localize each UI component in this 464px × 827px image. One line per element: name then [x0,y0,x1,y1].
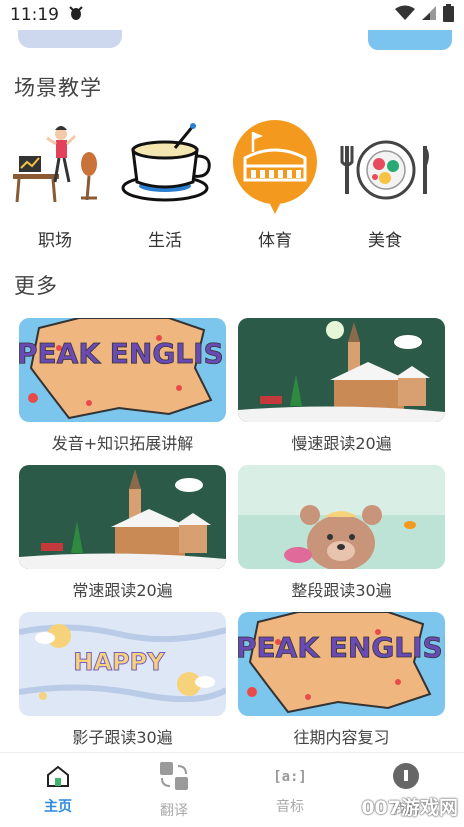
course-card[interactable]: 整段跟读30遍 [238,465,445,612]
course-card[interactable]: 常速跟读20遍 [19,465,226,612]
nav-label-home: 主页 [44,799,72,815]
status-bar: 11:19 [0,0,464,30]
course-label: 往期内容复习 [293,728,390,747]
course-thumbnail-happy-angels: HAPPY [19,612,226,716]
course-thumbnail-speak-english: SPEAK ENGLISH [19,318,226,422]
nav-label-phonetic: 音标 [276,799,304,815]
scene-item-food[interactable]: 美食 [330,118,440,251]
status-time: 11:19 [10,5,59,25]
course-thumbnail-winter-village [238,318,445,422]
home-icon [45,764,71,792]
thumb-text-speak: SPEAK ENGLISH [238,631,445,664]
scenes-section-title: 场景教学 [14,76,102,100]
coffee-cup-icon [117,118,213,214]
scene-item-life[interactable]: 生活 [110,118,220,251]
nav-item-translate[interactable]: 翻译 [116,753,232,827]
course-label: 整段跟读30遍 [291,581,392,600]
course-thumbnail-teddy-bear [238,465,445,569]
scene-list: 职场 生活 体育 美食 [0,118,464,251]
course-thumbnail-winter-village [19,465,226,569]
thumb-text-speak: SPEAK ENGLISH [19,337,226,370]
scene-label-sports: 体育 [258,231,292,251]
course-label: 影子跟读30遍 [72,728,173,747]
course-grid: SPEAK ENGLISH 发音+知识拓展讲解 慢速跟读20遍 [19,318,445,759]
scrolled-banner-strip [0,30,464,52]
banner-card-left[interactable] [18,30,122,48]
more-section-title: 更多 [14,274,58,298]
signal-icon [421,5,437,26]
scene-item-office[interactable]: 职场 [0,118,110,251]
scene-item-sports[interactable]: 体育 [220,118,330,251]
course-thumbnail-speak-english: SPEAK ENGLISH [238,612,445,716]
profile-icon [391,761,421,795]
translate-icon [158,760,190,796]
course-card[interactable]: SPEAK ENGLISH 发音+知识拓展讲解 [19,318,226,465]
scene-label-food: 美食 [368,231,402,251]
nav-item-home[interactable]: 主页 [0,753,116,827]
battery-icon [443,3,454,27]
wifi-icon [395,5,415,26]
nav-label-translate: 翻译 [160,803,188,819]
thumb-text-happy: HAPPY [73,648,165,676]
dining-plate-icon [337,118,433,214]
bug-icon [67,4,85,27]
scene-label-life: 生活 [148,231,182,251]
scene-label-office: 职场 [38,231,72,251]
phonetic-icon: [a:] [273,764,307,792]
course-label: 发音+知识拓展讲解 [51,434,194,453]
course-label: 慢速跟读20遍 [291,434,392,453]
course-label: 常速跟读20遍 [72,581,173,600]
course-card[interactable]: 慢速跟读20遍 [238,318,445,465]
nav-item-phonetic[interactable]: [a:] 音标 [232,753,348,827]
course-card[interactable]: SPEAK ENGLISH 往期内容复习 [238,612,445,759]
office-worker-icon [7,118,103,214]
watermark: 007游戏网 [361,797,458,819]
banner-card-right[interactable] [368,30,452,50]
course-card[interactable]: HAPPY 影子跟读30遍 [19,612,226,759]
stadium-icon [227,118,323,214]
svg-text:[a:]: [a:] [273,769,307,785]
